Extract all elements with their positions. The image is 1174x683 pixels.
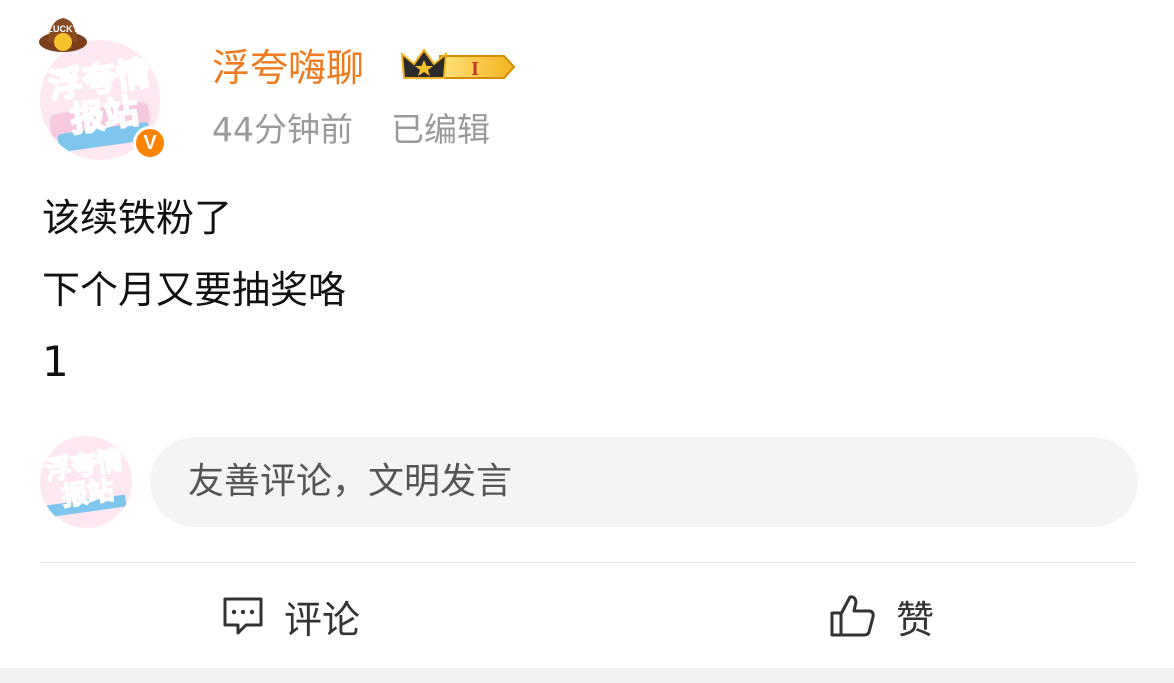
comment-icon — [223, 597, 263, 635]
post-time: 44分钟前 — [212, 110, 353, 149]
comment-button[interactable]: 评论 — [222, 588, 360, 644]
thumbs-up-icon — [830, 595, 875, 637]
commenter-avatar: 浮夸情报站 — [40, 436, 132, 528]
lucky-badge-icon: LUCKY — [39, 18, 87, 52]
comment-label: 评论 — [284, 597, 361, 642]
like-button[interactable]: 赞 — [830, 588, 934, 644]
author-name[interactable]: 浮夸嗨聊 — [212, 44, 364, 92]
verified-badge-icon: V — [133, 126, 167, 160]
content-line: 该续铁粉了 — [42, 196, 233, 240]
lucky-badge-text: LUCKY — [48, 24, 79, 34]
content-line: 下个月又要抽奖咯 — [42, 268, 347, 312]
comment-placeholder: 友善评论，文明发言 — [188, 461, 513, 502]
divider — [40, 562, 1136, 563]
content-line: 1 — [42, 337, 69, 386]
post-meta: 44分钟前 已编辑 — [212, 108, 490, 152]
comment-input[interactable]: 友善评论，文明发言 — [150, 437, 1138, 527]
vip-crown-icon[interactable]: I — [400, 46, 518, 88]
post-content: 该续铁粉了 下个月又要抽奖咯 1 — [42, 194, 346, 410]
vip-level: I — [471, 58, 479, 80]
commenter-avatar-text: 浮夸情报站 — [43, 445, 126, 513]
bottom-separator — [0, 668, 1174, 683]
edited-label[interactable]: 已编辑 — [391, 110, 490, 149]
like-label: 赞 — [896, 597, 935, 642]
